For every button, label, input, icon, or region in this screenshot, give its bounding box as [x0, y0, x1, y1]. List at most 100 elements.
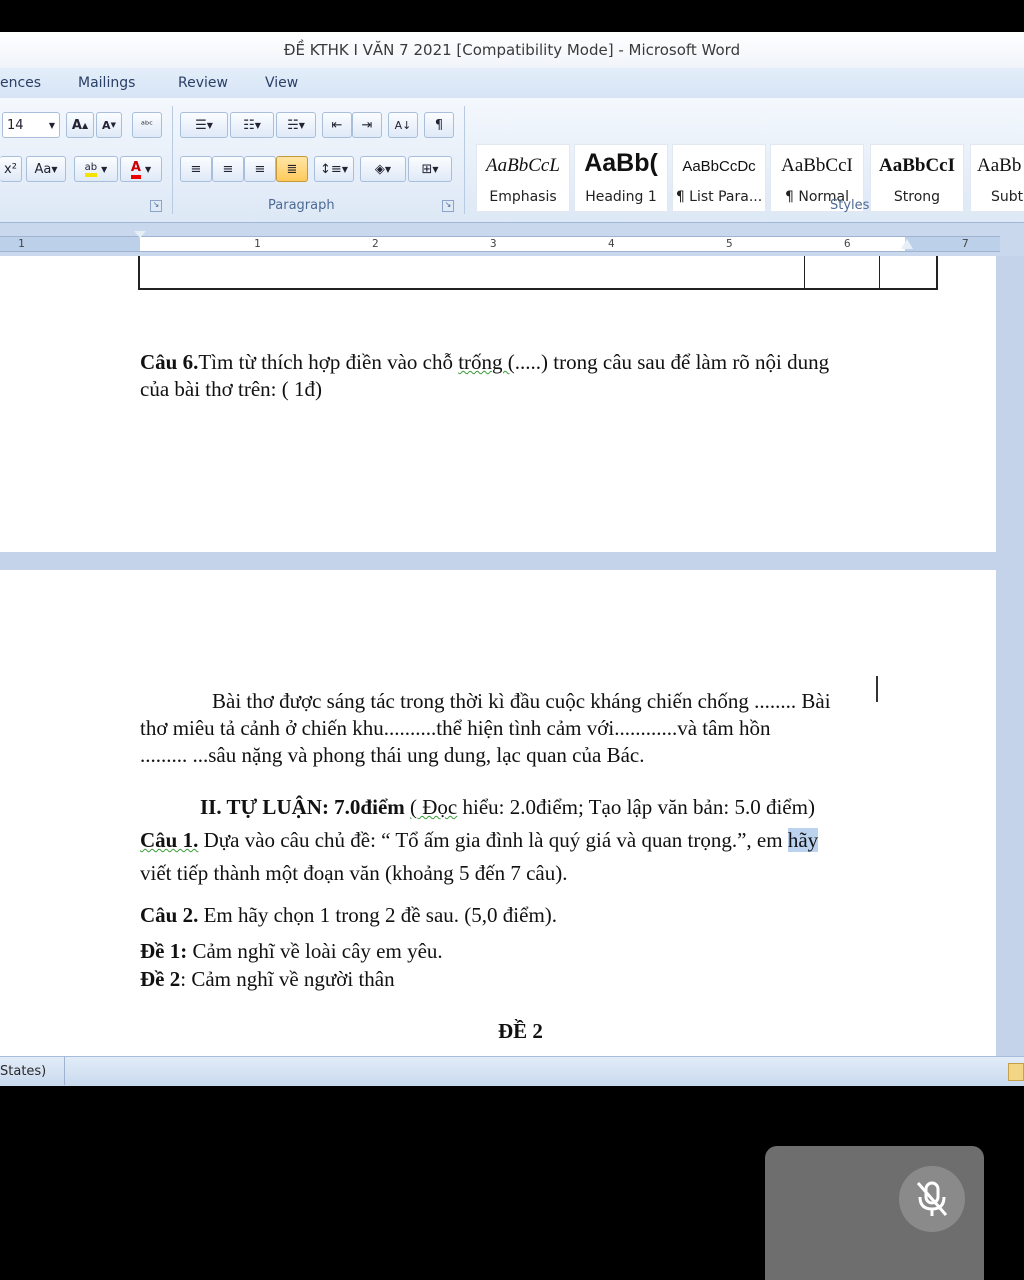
- borders-button[interactable]: ⊞ ▼: [408, 156, 452, 182]
- paragraph-group-label: Paragraph: [268, 198, 335, 213]
- font-color-icon: A: [130, 160, 141, 179]
- show-marks-button[interactable]: ¶: [424, 112, 454, 138]
- clear-formatting-button[interactable]: ᵃᵇᶜ: [132, 112, 162, 138]
- grow-font-label: A: [71, 117, 82, 133]
- table-cell-divider: [804, 256, 805, 288]
- mic-off-icon: [916, 1181, 948, 1216]
- style-name: Strong: [893, 189, 941, 205]
- align-right-icon: ≡: [254, 161, 266, 177]
- multilevel-list-button[interactable]: ☵ ▼: [276, 112, 316, 138]
- style-preview: AaBbCcI: [781, 155, 853, 176]
- word-window: ĐỀ KTHK I VĂN 7 2021 [Compatibility Mode…: [0, 32, 1024, 1086]
- chevron-down-icon: ▼: [48, 120, 55, 130]
- font-size-value: 14: [7, 117, 24, 133]
- highlight-icon: ab: [84, 162, 98, 177]
- increase-indent-button[interactable]: ⇥: [352, 112, 382, 138]
- align-right-button[interactable]: ≡: [244, 156, 276, 182]
- style-preview: AaBbCcL: [486, 155, 560, 176]
- selected-text[interactable]: hãy: [787, 828, 819, 852]
- grow-font-button[interactable]: A ▲: [66, 112, 94, 138]
- highlight-button[interactable]: ab ▼: [74, 156, 118, 182]
- font-size-select[interactable]: 14 ▼: [2, 112, 60, 138]
- language-indicator[interactable]: States): [0, 1057, 65, 1085]
- bullets-button[interactable]: ☰ ▼: [180, 112, 228, 138]
- topic-2: Đề 2: Cảm nghĩ về người thân: [140, 966, 395, 993]
- numbered-list-icon: ☷: [243, 117, 255, 133]
- topic-2-text: : Cảm nghĩ về người thân: [180, 967, 395, 991]
- tab-view[interactable]: View: [265, 75, 298, 91]
- tab-references[interactable]: ences: [0, 75, 41, 91]
- bullet-list-icon: ☰: [195, 117, 207, 133]
- question-6-text: Tìm từ thích hợp điền vào chỗ: [198, 350, 459, 374]
- superscript-button[interactable]: x²: [0, 156, 22, 182]
- spelling-underline: ( Đọc: [410, 795, 458, 819]
- document-area[interactable]: Câu 6.Tìm từ thích hợp điền vào chỗ trốn…: [0, 256, 1024, 1056]
- call-overlay-tile: [765, 1146, 984, 1280]
- tab-review[interactable]: Review: [178, 75, 228, 91]
- spelling-underline: trống (: [458, 350, 515, 374]
- sort-button[interactable]: A↓: [388, 112, 418, 138]
- style-emphasis[interactable]: AaBbCcL Emphasis: [476, 144, 570, 212]
- title-bar: ĐỀ KTHK I VĂN 7 2021 [Compatibility Mode…: [0, 32, 1024, 68]
- style-list-paragraph[interactable]: AaBbCcDc ¶ List Para...: [672, 144, 766, 212]
- ruler-number: 1: [18, 237, 25, 250]
- ruler-number: 6: [844, 237, 851, 250]
- shrink-font-label: A: [102, 118, 111, 132]
- page-2: Bài thơ được sáng tác trong thời kì đầu …: [0, 570, 996, 1056]
- style-heading-1[interactable]: AaBb( Heading 1: [574, 144, 668, 212]
- change-case-label: Aa: [34, 161, 52, 177]
- horizontal-ruler[interactable]: 1 1 2 3 4 5 6 7: [0, 230, 1024, 256]
- mute-toggle-button[interactable]: [899, 1166, 965, 1232]
- line-spacing-button[interactable]: ↕≡ ▼: [314, 156, 354, 182]
- section-heading: II. TỰ LUẬN: 7.0điểm ( Đọc hiểu: 2.0điểm…: [200, 794, 815, 821]
- ruler-number: 4: [608, 237, 615, 250]
- shading-button[interactable]: ◈ ▼: [360, 156, 406, 182]
- style-name: ¶ List Para...: [675, 189, 763, 205]
- language-label: States): [0, 1063, 47, 1079]
- style-preview: AaBbCcDc: [682, 158, 756, 175]
- question-6-line-2: của bài thơ trên: ( 1đ): [140, 377, 322, 401]
- align-center-icon: ≡: [222, 161, 234, 177]
- align-center-button[interactable]: ≡: [212, 156, 244, 182]
- align-left-button[interactable]: ≡: [180, 156, 212, 182]
- font-color-button[interactable]: A ▼: [120, 156, 162, 182]
- style-strong[interactable]: AaBbCcI Strong: [870, 144, 964, 212]
- font-dialog-launcher[interactable]: ↘: [150, 200, 162, 212]
- border-grid-icon: ⊞: [421, 161, 433, 177]
- ruler-number: 1: [254, 237, 261, 250]
- decrease-indent-icon: ⇤: [331, 117, 343, 133]
- group-separator: [464, 106, 465, 214]
- multilevel-list-icon: ☵: [287, 117, 299, 133]
- view-button[interactable]: [1008, 1063, 1024, 1081]
- tab-mailings[interactable]: Mailings: [78, 75, 135, 91]
- essay-question-2: Câu 2. Em hãy chọn 1 trong 2 đề sau. (5,…: [140, 902, 557, 929]
- justify-button[interactable]: ≣: [276, 156, 308, 182]
- topic-1: Đề 1: Cảm nghĩ về loài cây em yêu.: [140, 938, 443, 965]
- ribbon: 14 ▼ A ▲ A ▼ ᵃᵇᶜ x² Aa ▼ ab ▼ A ▼ ↘ ☰ ▼ ☷ ▼ ☵ ▼ …: [0, 98, 1024, 223]
- style-preview: AaBb: [977, 155, 1022, 176]
- paragraph-dialog-launcher[interactable]: ↘: [442, 200, 454, 212]
- ruler-number: 3: [490, 237, 497, 250]
- styles-group-label: Styles: [830, 198, 870, 213]
- poem-line-2: thơ miêu tả cảnh ở chiến khu..........th…: [140, 716, 771, 740]
- superscript-label: x²: [4, 161, 17, 177]
- style-name: Emphasis: [489, 189, 557, 205]
- style-preview: AaBb(: [584, 149, 658, 177]
- question-6-label: Câu 6.: [140, 350, 199, 374]
- decrease-indent-button[interactable]: ⇤: [322, 112, 352, 138]
- style-subtitle[interactable]: AaBb Subt: [970, 144, 1024, 212]
- change-case-button[interactable]: Aa ▼: [26, 156, 66, 182]
- question-6-text: .....) trong câu sau để làm rõ nội dung: [514, 350, 830, 374]
- first-line-indent-marker[interactable]: [134, 231, 146, 238]
- shrink-font-button[interactable]: A ▼: [96, 112, 122, 138]
- ruler-number: 5: [726, 237, 733, 250]
- poem-line-1: Bài thơ được sáng tác trong thời kì đầu …: [212, 689, 831, 713]
- topic-2-label: Đề 2: [140, 967, 181, 991]
- numbering-button[interactable]: ☷ ▼: [230, 112, 274, 138]
- right-indent-marker[interactable]: [901, 239, 913, 249]
- style-name: Heading 1: [585, 189, 657, 205]
- pilcrow-icon: ¶: [434, 117, 444, 133]
- line-spacing-icon: ↕≡: [320, 161, 342, 177]
- essay-question-1: Câu 1. Dựa vào câu chủ đề: “ Tổ ấm gia đ…: [140, 827, 819, 854]
- essay-question-2-label: Câu 2.: [140, 903, 199, 927]
